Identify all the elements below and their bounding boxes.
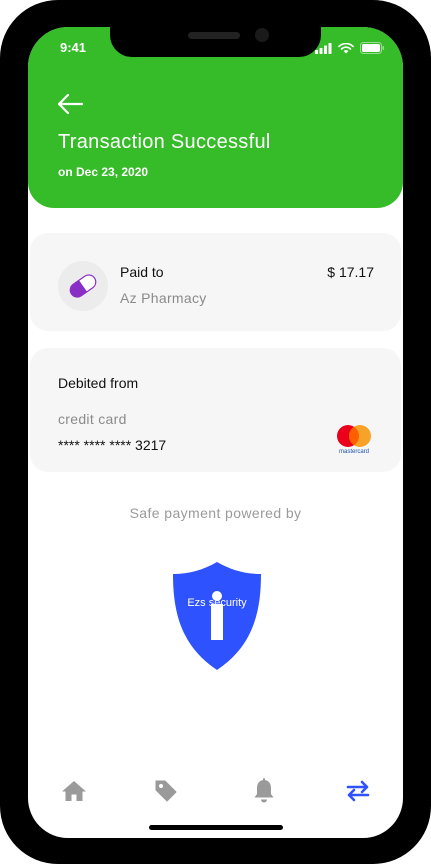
nav-transactions[interactable] — [343, 777, 373, 805]
arrow-left-icon — [57, 93, 84, 115]
mastercard-circles — [337, 425, 371, 447]
security-shield: Ezs security — [171, 560, 263, 672]
tag-icon — [155, 780, 177, 802]
amount: $ 17.17 — [327, 264, 374, 280]
home-icon — [62, 781, 86, 801]
front-camera — [255, 28, 269, 42]
payee-name: Az Pharmacy — [120, 290, 207, 306]
status-icons — [315, 42, 385, 54]
security-provider: Ezs security — [187, 597, 247, 609]
card-type: credit card — [58, 411, 127, 427]
mastercard-logo: mastercard — [333, 424, 375, 458]
debited-from-card: Debited from credit card **** **** **** … — [30, 348, 401, 472]
back-button[interactable] — [56, 93, 86, 117]
mute-switch — [0, 118, 4, 148]
nav-offers[interactable] — [151, 777, 181, 805]
wifi-icon — [338, 42, 354, 53]
card-number: **** **** **** 3217 — [58, 437, 167, 453]
paid-to-label: Paid to — [120, 264, 164, 280]
home-indicator — [149, 825, 283, 830]
battery-icon — [360, 42, 385, 54]
status-time: 9:41 — [60, 40, 87, 55]
mastercard-wordmark: mastercard — [338, 449, 369, 455]
pill-icon — [69, 274, 97, 298]
bottom-nav — [28, 767, 403, 807]
paid-to-card: Paid to Az Pharmacy $ 17.17 — [30, 233, 401, 331]
shield-icon — [173, 562, 261, 670]
power-button — [427, 198, 431, 298]
transaction-date: on Dec 23, 2020 — [58, 165, 149, 179]
safe-payment-label: Safe payment powered by — [129, 505, 302, 521]
pill-icon-wrapper — [58, 261, 108, 311]
phone-frame: 9:41 Transaction Successful on Dec 23, 2… — [0, 0, 431, 864]
transfer-icon — [346, 780, 370, 802]
page-title: Transaction Successful — [58, 131, 271, 153]
screen: 9:41 Transaction Successful on Dec 23, 2… — [28, 27, 403, 838]
volume-down-button — [0, 258, 4, 318]
notch — [110, 27, 321, 57]
debited-from-label: Debited from — [58, 375, 139, 391]
volume-up-button — [0, 178, 4, 238]
bell-icon — [254, 778, 274, 803]
nav-notifications[interactable] — [249, 777, 279, 805]
speaker — [188, 32, 240, 39]
nav-home[interactable] — [59, 777, 89, 805]
